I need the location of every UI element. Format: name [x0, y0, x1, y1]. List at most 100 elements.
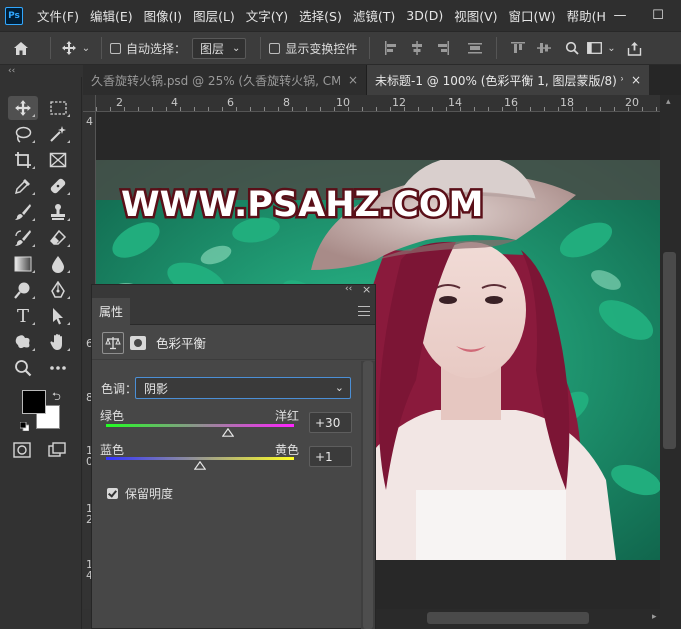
eraser-tool-icon[interactable]: [43, 226, 73, 250]
show-transform-checkbox[interactable]: [269, 42, 281, 54]
align-top-icon[interactable]: [511, 41, 526, 55]
crop-tool-icon[interactable]: [8, 148, 38, 172]
lasso-tool-icon[interactable]: [8, 122, 38, 146]
tab-document-1[interactable]: 久香旋转火锅.psd @ 25% (久香旋转火锅, CM... ×: [83, 65, 367, 95]
menu-image[interactable]: 图像(I): [144, 6, 182, 25]
hand-tool-icon[interactable]: [43, 330, 73, 354]
ruler-tick: [110, 107, 111, 111]
close-icon[interactable]: ×: [340, 73, 358, 87]
tone-label: 色调：: [101, 382, 138, 396]
tab-properties[interactable]: 属性: [92, 298, 130, 325]
preserve-luminosity[interactable]: 保留明度: [107, 485, 173, 502]
share-icon[interactable]: [619, 41, 649, 56]
horizontal-scroll-thumb[interactable]: [427, 612, 589, 624]
menu-layer[interactable]: 图层(L): [193, 6, 235, 25]
scroll-right-icon[interactable]: ▸: [652, 612, 657, 622]
search-icon[interactable]: [561, 41, 583, 55]
panel-menu-icon[interactable]: [358, 306, 370, 316]
color-balance-icon[interactable]: [102, 331, 124, 354]
menu-filter[interactable]: 滤镜(T): [353, 6, 395, 25]
home-icon[interactable]: [0, 41, 42, 56]
scroll-up-icon[interactable]: ▴: [666, 97, 671, 107]
menu-type[interactable]: 文字(Y): [246, 6, 288, 25]
more-tools-icon[interactable]: [43, 356, 73, 380]
preserve-luminosity-label: 保留明度: [125, 487, 174, 501]
quick-mask-icon[interactable]: [13, 442, 31, 461]
ruler-tick: [642, 107, 643, 111]
panel-collapse-button[interactable]: ‹‹: [345, 284, 352, 294]
adjustment-title: 色彩平衡: [156, 336, 207, 351]
ruler-corner[interactable]: [83, 95, 96, 112]
close-icon[interactable]: ×: [623, 73, 641, 87]
ruler-tick: [278, 107, 279, 111]
distribute-icon[interactable]: [468, 41, 483, 55]
type-tool-icon[interactable]: T: [8, 304, 38, 328]
clone-stamp-tool-icon[interactable]: [43, 200, 73, 224]
align-right-icon[interactable]: [436, 41, 450, 55]
frame-tool-icon[interactable]: [43, 148, 73, 172]
preserve-luminosity-checkbox[interactable]: [107, 488, 118, 499]
align-left-icon[interactable]: [384, 41, 398, 55]
default-colors-icon[interactable]: [19, 420, 30, 432]
eyedropper-tool-icon[interactable]: [8, 174, 38, 198]
menu-select[interactable]: 选择(S): [299, 6, 342, 25]
ruler-tick: [208, 107, 209, 111]
minimize-button[interactable]: —: [603, 0, 637, 31]
horizontal-ruler[interactable]: 2 4 6 8 10 12 14 16 18 20: [96, 95, 660, 112]
history-brush-tool-icon[interactable]: [8, 226, 38, 250]
path-selection-tool-icon[interactable]: [43, 304, 73, 328]
panel-titlebar[interactable]: ‹‹ ×: [92, 283, 375, 298]
menu-file[interactable]: 文件(F): [37, 6, 79, 25]
screen-mode-icon[interactable]: [48, 442, 66, 461]
ruler-tick: [292, 107, 293, 111]
foreground-color-swatch[interactable]: [22, 390, 46, 414]
menu-view[interactable]: 视图(V): [454, 6, 497, 25]
move-tool-icon[interactable]: [59, 40, 79, 56]
chevron-down-icon[interactable]: ⌄: [605, 43, 617, 54]
green-magenta-value[interactable]: +30: [309, 412, 352, 433]
ruler-tick: [502, 107, 503, 111]
blue-yellow-value[interactable]: +1: [309, 446, 352, 467]
shape-tool-icon[interactable]: [8, 330, 38, 354]
vertical-scroll-thumb[interactable]: [663, 252, 676, 449]
marquee-tool-icon[interactable]: [43, 96, 73, 120]
ruler-tick: [348, 107, 349, 111]
green-magenta-slider[interactable]: [106, 424, 294, 427]
blur-tool-icon[interactable]: [43, 252, 73, 276]
panel-scrollbar[interactable]: [361, 361, 375, 629]
zoom-tool-icon[interactable]: [8, 356, 38, 380]
move-tool-icon[interactable]: [8, 96, 38, 120]
auto-select-dropdown[interactable]: 图层 ⌄: [192, 37, 247, 59]
tab-label: 久香旋转火锅.psd @ 25% (久香旋转火锅, CM...: [91, 73, 340, 88]
brush-tool-icon[interactable]: [8, 200, 38, 224]
maximize-button[interactable]: ☐: [641, 0, 675, 31]
blue-yellow-slider[interactable]: [106, 457, 294, 460]
slider-left-label: 绿色: [100, 409, 125, 423]
chevron-down-icon[interactable]: ⌄: [79, 43, 93, 54]
dodge-tool-icon[interactable]: [8, 278, 38, 302]
swap-colors-icon[interactable]: ⮌: [52, 388, 61, 407]
vertical-scrollbar[interactable]: ▴: [660, 95, 681, 609]
ruler-tick: [96, 107, 97, 111]
ruler-label: 4: [86, 115, 93, 128]
panel-close-icon[interactable]: ×: [362, 283, 371, 296]
align-middle-icon[interactable]: [537, 41, 552, 55]
healing-brush-tool-icon[interactable]: [43, 174, 73, 198]
menu-help[interactable]: 帮助(H: [567, 6, 606, 25]
menu-edit[interactable]: 编辑(E): [90, 6, 133, 25]
magic-wand-tool-icon[interactable]: [43, 122, 73, 146]
gradient-tool-icon[interactable]: [8, 252, 38, 276]
pen-tool-icon[interactable]: [43, 278, 73, 302]
menu-window[interactable]: 窗口(W): [509, 6, 556, 25]
auto-select-checkbox[interactable]: [110, 42, 121, 54]
align-center-icon[interactable]: [410, 41, 424, 55]
workspace-icon[interactable]: [583, 42, 605, 54]
tab-document-2[interactable]: 未标题-1 @ 100% (色彩平衡 1, 图层蒙版/8) * ×: [367, 65, 649, 95]
panel-scroll-thumb[interactable]: [363, 361, 373, 629]
menu-3d[interactable]: 3D(D): [406, 8, 443, 23]
tone-dropdown[interactable]: 阴影 ⌄: [135, 377, 351, 399]
layer-mask-icon[interactable]: [130, 335, 146, 350]
tools-collapse-button[interactable]: ‹‹: [0, 65, 82, 77]
horizontal-scrollbar[interactable]: ▸: [375, 609, 681, 629]
separator: [101, 37, 102, 59]
